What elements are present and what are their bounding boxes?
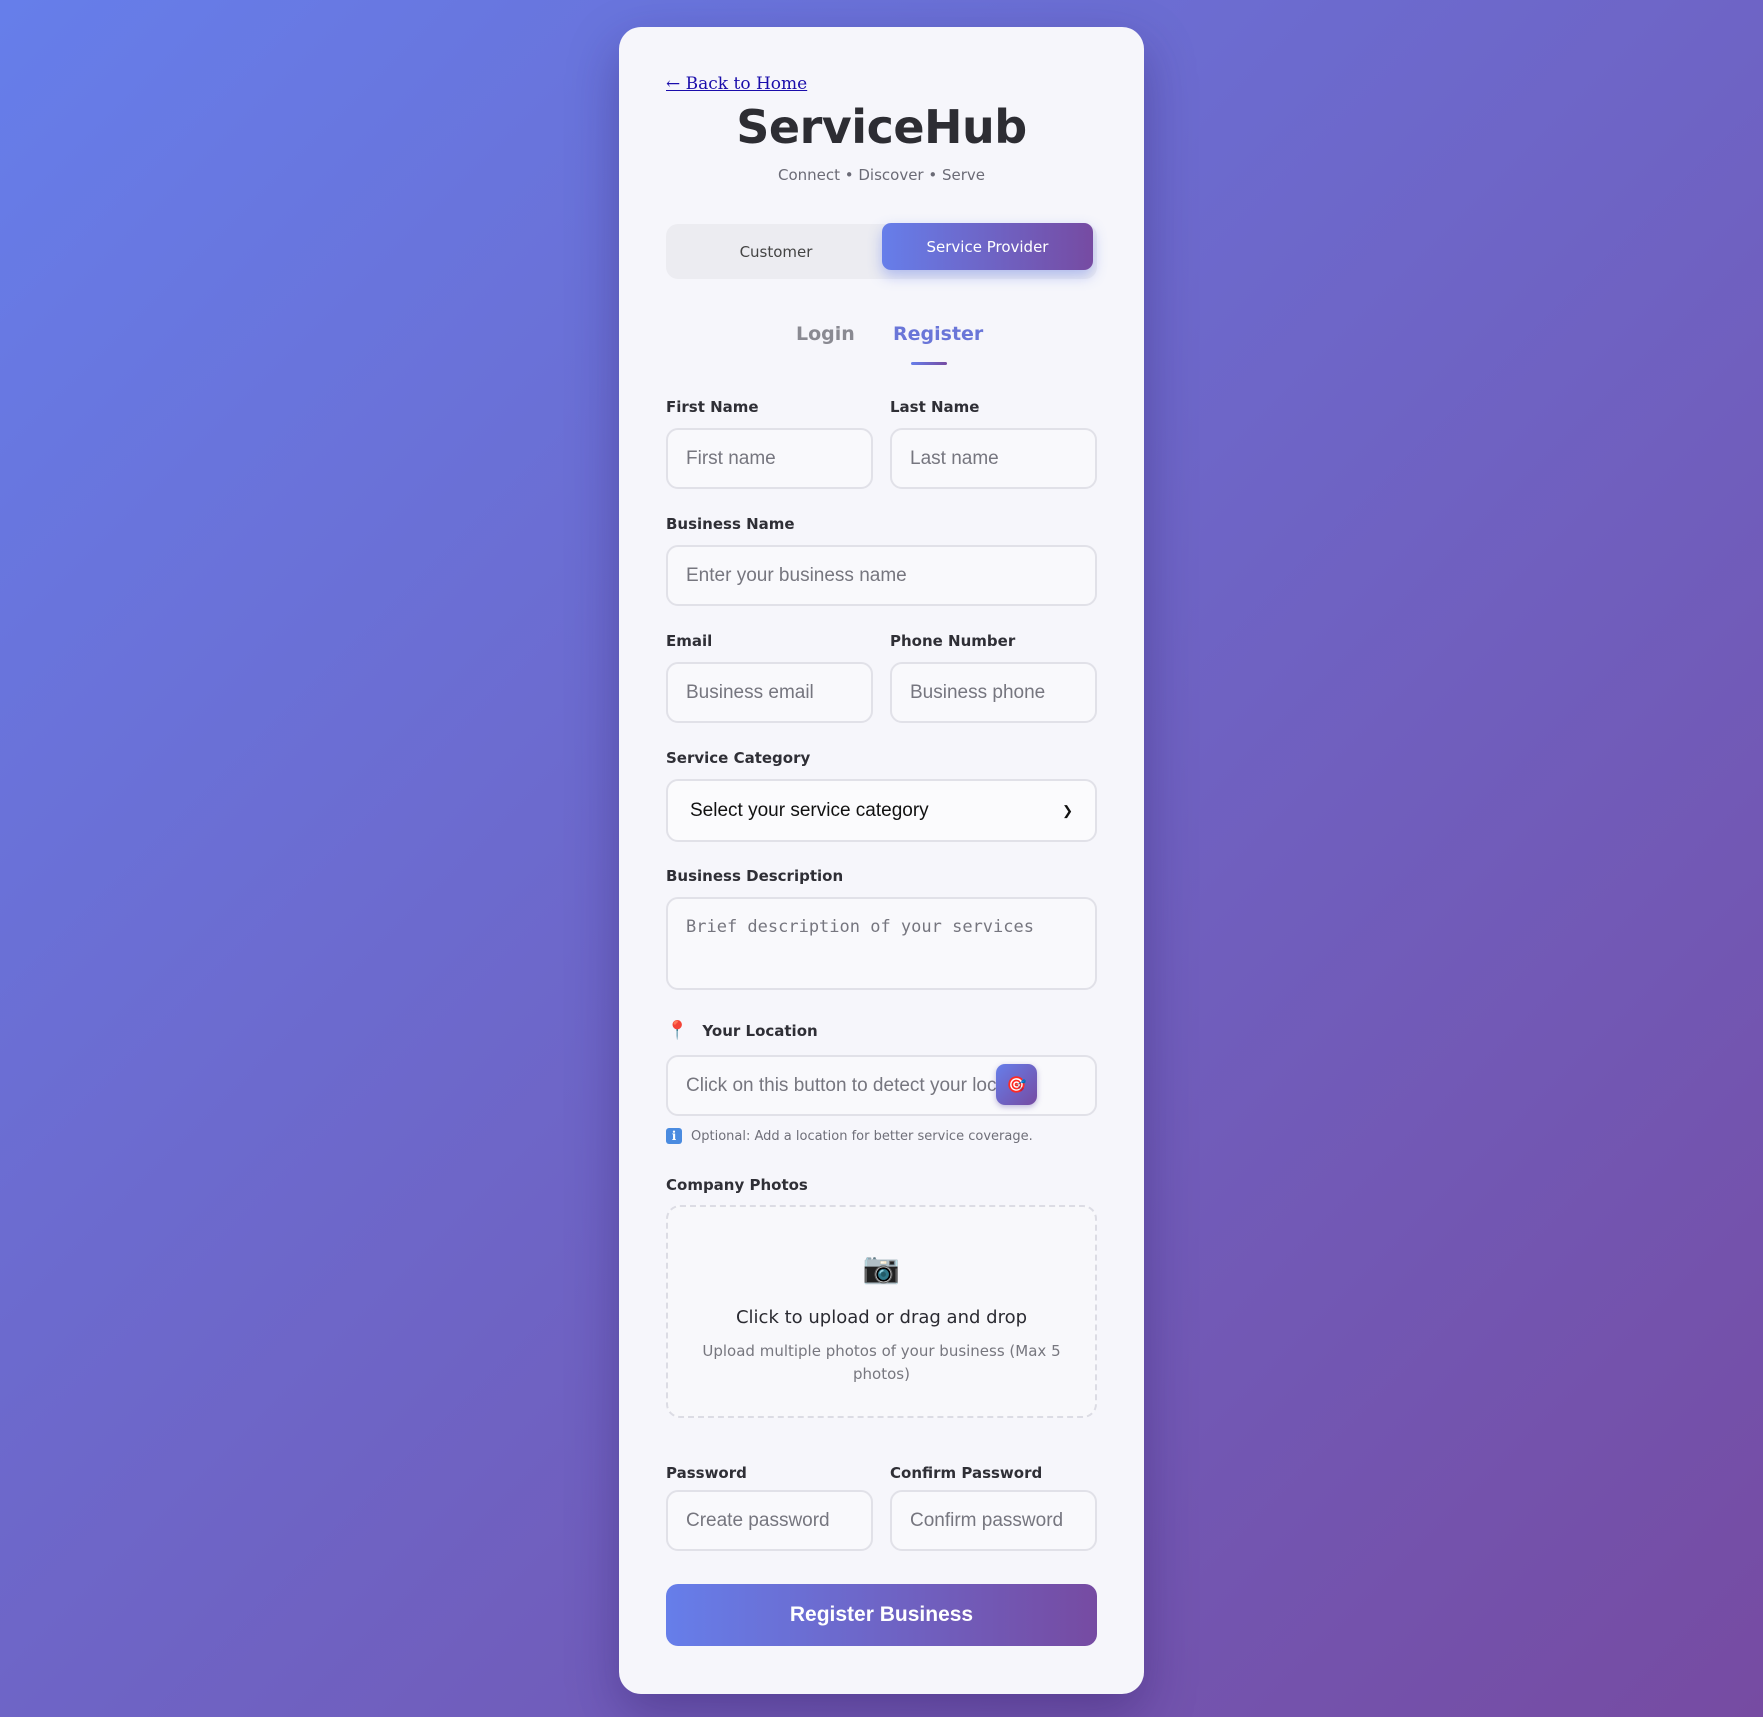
location-label-row: 📍 Your Location bbox=[666, 1020, 818, 1041]
confirm-password-input[interactable] bbox=[890, 1490, 1097, 1551]
location-hint-text: Optional: Add a location for better serv… bbox=[691, 1128, 1033, 1144]
detect-location-button[interactable]: 🎯 bbox=[996, 1064, 1037, 1105]
auth-tabs: Login Register bbox=[619, 323, 1144, 363]
phone-label: Phone Number bbox=[890, 632, 1016, 650]
phone-input[interactable] bbox=[890, 662, 1097, 723]
business-name-input[interactable] bbox=[666, 545, 1097, 606]
service-category-value: Select your service category bbox=[690, 799, 929, 821]
location-field-group: 🎯 bbox=[666, 1055, 1097, 1116]
brand-title: ServiceHub bbox=[736, 100, 1027, 154]
back-to-home-link[interactable]: ← Back to Home bbox=[666, 74, 807, 94]
location-label: Your Location bbox=[702, 1021, 818, 1040]
upload-title: Click to upload or drag and drop bbox=[735, 1307, 1028, 1328]
business-description-label: Business Description bbox=[666, 867, 844, 885]
camera-icon: 📷 bbox=[862, 1251, 901, 1286]
password-input[interactable] bbox=[666, 1490, 873, 1551]
role-provider-button[interactable]: Service Provider bbox=[882, 223, 1093, 270]
brand-tagline: Connect • Discover • Serve bbox=[777, 166, 986, 184]
active-tab-indicator bbox=[911, 362, 947, 365]
location-hint: i Optional: Add a location for better se… bbox=[666, 1128, 1033, 1144]
role-customer-button[interactable]: Customer bbox=[666, 224, 886, 279]
auth-card: ← Back to Home ServiceHub Connect • Disc… bbox=[619, 27, 1144, 1694]
tab-register[interactable]: Register bbox=[893, 323, 983, 345]
upload-subtitle: Upload multiple photos of your business … bbox=[702, 1342, 1061, 1383]
business-name-label: Business Name bbox=[666, 515, 795, 533]
service-category-select[interactable]: Select your service category ❯ bbox=[666, 779, 1097, 842]
role-toggle: Customer Service Provider bbox=[666, 223, 1097, 279]
target-icon: 🎯 bbox=[1006, 1075, 1027, 1094]
chevron-down-icon: ❯ bbox=[1062, 802, 1073, 818]
company-photos-label: Company Photos bbox=[666, 1176, 808, 1194]
pin-icon: 📍 bbox=[666, 1020, 689, 1041]
info-icon: i bbox=[666, 1128, 682, 1144]
last-name-label: Last Name bbox=[890, 398, 980, 416]
confirm-password-label: Confirm Password bbox=[890, 1464, 1043, 1482]
business-description-textarea[interactable] bbox=[666, 897, 1097, 990]
last-name-input[interactable] bbox=[890, 428, 1097, 489]
register-business-button[interactable]: Register Business bbox=[666, 1584, 1097, 1646]
first-name-input[interactable] bbox=[666, 428, 873, 489]
service-category-label: Service Category bbox=[666, 749, 811, 767]
email-label: Email bbox=[666, 632, 713, 650]
photo-upload-dropzone[interactable]: 📷 Click to upload or drag and drop Uploa… bbox=[666, 1205, 1097, 1418]
email-input[interactable] bbox=[666, 662, 873, 723]
tab-login[interactable]: Login bbox=[796, 323, 855, 345]
password-label: Password bbox=[666, 1464, 747, 1482]
first-name-label: First Name bbox=[666, 398, 759, 416]
